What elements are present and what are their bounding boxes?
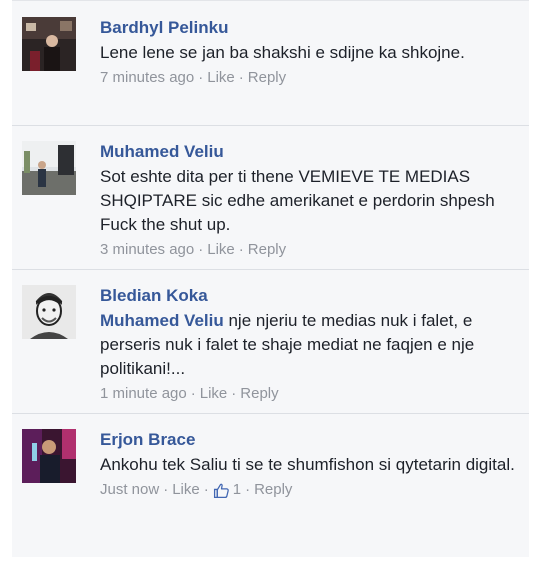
reply-link[interactable]: Reply: [240, 383, 278, 405]
comment-item: Muhamed Veliu Sot eshte dita per ti then…: [12, 125, 529, 270]
meta-separator: ·: [238, 69, 244, 86]
reply-link[interactable]: Reply: [254, 479, 292, 501]
like-link[interactable]: Like: [172, 479, 200, 501]
comment-timestamp[interactable]: 1 minute ago: [100, 383, 187, 405]
comment-text: Lene lene se jan ba shakshi e sdijne ka …: [100, 43, 465, 62]
meta-separator: ·: [190, 385, 196, 402]
comment-timestamp[interactable]: 7 minutes ago: [100, 67, 194, 89]
avatar[interactable]: [22, 429, 76, 483]
comment-meta: 3 minutes ago · Like · Reply: [100, 239, 517, 261]
meta-separator: ·: [198, 241, 204, 258]
reply-link[interactable]: Reply: [248, 67, 286, 89]
comment-list: Bardhyl Pelinku Lene lene se jan ba shak…: [12, 0, 529, 557]
mentioned-user[interactable]: Muhamed Veliu: [100, 311, 224, 330]
avatar-photo: [22, 429, 76, 483]
meta-separator: ·: [245, 481, 251, 498]
thumbs-up-icon: [213, 483, 229, 498]
comment-timestamp[interactable]: Just now: [100, 479, 159, 501]
comment-text: Sot eshte dita per ti thene VEMIEVE TE M…: [100, 167, 495, 234]
comment-meta: 1 minute ago · Like · Reply: [100, 383, 517, 405]
comment-text: Ankohu tek Saliu ti se te shumfishon si …: [100, 455, 515, 474]
comment-item: Erjon Brace Ankohu tek Saliu ti se te sh…: [12, 413, 529, 529]
avatar-photo: [22, 17, 76, 71]
avatar[interactable]: [22, 141, 76, 195]
comment-item: Bledian Koka Muhamed Veliu nje njeriu te…: [12, 269, 529, 414]
reply-link[interactable]: Reply: [248, 239, 286, 261]
meta-separator: ·: [238, 241, 244, 258]
comment-author[interactable]: Muhamed Veliu: [100, 141, 517, 163]
like-link[interactable]: Like: [207, 67, 235, 89]
meta-separator: ·: [203, 481, 209, 498]
like-link[interactable]: Like: [207, 239, 235, 261]
avatar-photo: [22, 141, 76, 195]
comment-text: Muhamed Veliu nje njeriu te medias nuk i…: [100, 309, 517, 381]
like-count-number: 1: [232, 481, 242, 498]
avatar[interactable]: [22, 17, 76, 71]
comment-author[interactable]: Erjon Brace: [100, 429, 517, 451]
comment-item: Bardhyl Pelinku Lene lene se jan ba shak…: [12, 1, 529, 126]
avatar[interactable]: [22, 285, 76, 339]
comment-meta: 7 minutes ago · Like · Reply: [100, 67, 517, 89]
meta-separator: ·: [198, 69, 204, 86]
avatar-photo: [22, 285, 76, 339]
like-count[interactable]: 1: [213, 479, 241, 501]
like-link[interactable]: Like: [200, 383, 228, 405]
comment-timestamp[interactable]: 3 minutes ago: [100, 239, 194, 261]
comment-meta: Just now · Like · 1 · Reply: [100, 479, 517, 501]
meta-separator: ·: [163, 481, 169, 498]
meta-separator: ·: [231, 385, 237, 402]
comment-author[interactable]: Bardhyl Pelinku: [100, 17, 517, 39]
comment-author[interactable]: Bledian Koka: [100, 285, 517, 307]
